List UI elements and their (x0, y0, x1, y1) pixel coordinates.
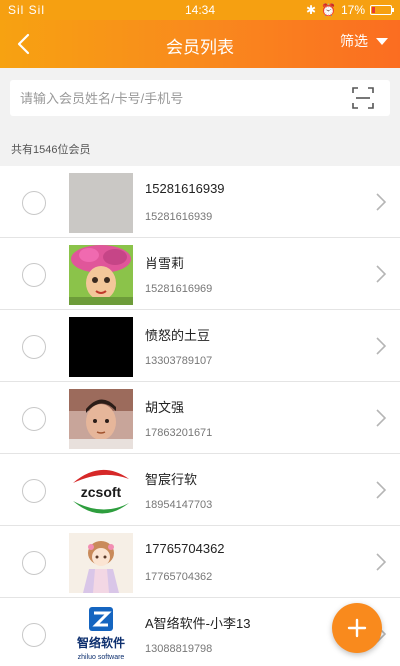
select-radio[interactable] (22, 623, 46, 647)
member-name: 智宸行软 (145, 472, 198, 487)
chevron-right-icon (376, 481, 387, 499)
member-row[interactable]: 愤怒的土豆 13303789107 (0, 310, 400, 382)
plus-icon (347, 618, 367, 638)
member-row[interactable]: 肖雪莉 15281616969 (0, 238, 400, 310)
painted-portrait-avatar (69, 245, 133, 305)
chevron-right-icon (376, 553, 387, 571)
bluetooth-icon: ✱ (305, 3, 317, 17)
chevron-right-icon (376, 409, 387, 427)
member-name: 17765704362 (145, 541, 225, 556)
select-radio[interactable] (22, 263, 46, 287)
select-radio[interactable] (22, 191, 46, 215)
status-bar: Sil Sil 14:34 ✱ ⏰ 17% (0, 0, 400, 20)
member-phone: 13088819798 (145, 643, 213, 655)
back-arrow-icon (17, 33, 30, 55)
filter-button[interactable]: 筛选 (340, 31, 388, 51)
member-phone: 13303789107 (145, 355, 213, 367)
triangle-down-icon (376, 37, 388, 45)
black-avatar (69, 317, 133, 377)
select-radio[interactable] (22, 551, 46, 575)
zhiluo-logo-cn: 智络软件 (76, 635, 125, 650)
add-member-button[interactable] (332, 603, 382, 653)
select-radio[interactable] (22, 479, 46, 503)
member-phone: 15281616939 (145, 211, 213, 223)
filter-label: 筛选 (340, 33, 368, 49)
member-row[interactable]: zcsoft 智宸行软 18954147703 (0, 454, 400, 526)
member-name: 15281616939 (145, 181, 225, 196)
zhiluo-logo-avatar: 智络软件 zhiluo software (69, 605, 133, 665)
member-phone: 17765704362 (145, 571, 213, 583)
status-right: ✱ ⏰ 17% (305, 3, 394, 17)
search-input[interactable] (20, 80, 340, 116)
back-button[interactable] (10, 30, 38, 58)
member-count-bar: 共有1546位会员 (0, 128, 400, 166)
select-radio[interactable] (22, 335, 46, 359)
member-name: 愤怒的土豆 (145, 328, 211, 343)
selfie-avatar (69, 389, 133, 449)
anime-girl-avatar (69, 533, 133, 593)
member-name: 胡文强 (145, 400, 185, 415)
zhiluo-logo-en: zhiluo software (78, 654, 125, 661)
select-radio[interactable] (22, 407, 46, 431)
member-phone: 17863201671 (145, 427, 213, 439)
zcsoft-logo-text: zcsoft (81, 484, 122, 500)
chevron-right-icon (376, 193, 387, 211)
alarm-icon: ⏰ (321, 3, 336, 17)
scan-icon[interactable] (352, 87, 374, 109)
member-name: 肖雪莉 (145, 256, 185, 271)
search-box (10, 80, 390, 116)
nav-bar: 会员列表 筛选 (0, 20, 400, 68)
chevron-right-icon (376, 337, 387, 355)
blank-gray-avatar (69, 173, 133, 233)
member-name: A智络软件-小李13 (145, 616, 251, 631)
chevron-right-icon (376, 265, 387, 283)
battery-percent: 17% (340, 3, 365, 17)
battery-icon (370, 5, 394, 15)
member-row[interactable]: 17765704362 17765704362 (0, 526, 400, 598)
member-row[interactable]: 胡文强 17863201671 (0, 382, 400, 454)
member-phone: 15281616969 (145, 283, 213, 295)
battery-fill (372, 7, 376, 13)
member-count: 共有1546位会员 (11, 144, 91, 156)
member-row[interactable]: 15281616939 15281616939 (0, 166, 400, 238)
member-list: 15281616939 15281616939 肖雪莉 15281616969 (0, 166, 400, 666)
search-area (0, 68, 400, 128)
member-phone: 18954147703 (145, 499, 213, 511)
zcsoft-logo-avatar: zcsoft (69, 461, 133, 521)
